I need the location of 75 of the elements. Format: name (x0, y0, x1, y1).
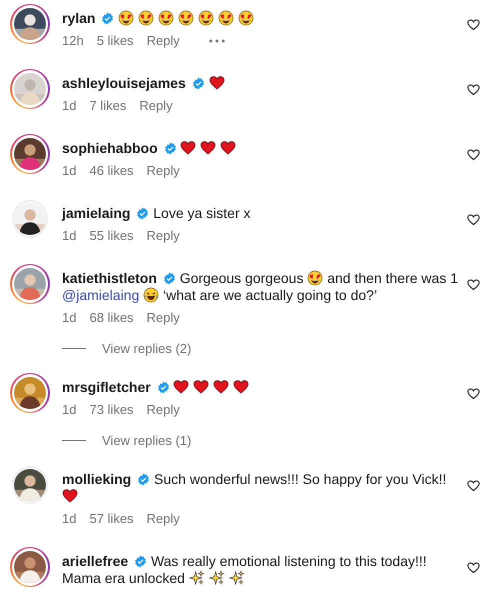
comment-time: 1d (62, 511, 76, 526)
sparkles-icon (188, 570, 205, 586)
like-heart-icon[interactable] (466, 277, 481, 292)
like-heart-icon[interactable] (466, 212, 481, 227)
comment-text: Love ya sister x (153, 205, 251, 221)
likes-count[interactable]: 73 likes (89, 402, 134, 417)
like-heart-icon[interactable] (466, 17, 481, 32)
heart-icon (213, 379, 230, 395)
heart-eyes-emoji-icon (138, 10, 154, 26)
heart-icon (200, 140, 216, 156)
likes-count[interactable]: 7 likes (89, 98, 126, 113)
heart-icon (208, 75, 225, 91)
sparkles-icon (228, 570, 245, 586)
username[interactable]: mollieking (62, 471, 132, 487)
comment-time: 1d (62, 98, 76, 113)
username[interactable]: jamielaing (62, 205, 130, 221)
heart-icon (220, 140, 236, 156)
reply-link[interactable]: Reply (146, 511, 180, 526)
likes-count[interactable]: 68 likes (89, 310, 134, 325)
heart-icon (180, 140, 196, 156)
story-ring[interactable] (10, 264, 50, 304)
comment-text: Was really emotional listening to this today!!! (150, 553, 427, 569)
comment-time: 1d (62, 402, 76, 417)
likes-count[interactable]: 46 likes (89, 163, 134, 178)
sparkles-icon (208, 570, 225, 586)
comment-text: Mama era unlocked (62, 570, 185, 586)
likes-count[interactable]: 5 likes (96, 33, 134, 48)
reply-link[interactable]: Reply (146, 163, 180, 178)
view-replies-link[interactable]: View replies (1) (102, 433, 192, 448)
heart-eyes-emoji-icon (118, 10, 134, 26)
view-replies-link[interactable]: View replies (2) (102, 341, 192, 356)
like-heart-icon[interactable] (466, 147, 481, 162)
reply-link[interactable]: Reply (146, 33, 180, 48)
heart-icon (173, 379, 190, 395)
username[interactable]: mrsgifletcher (62, 379, 151, 395)
reply-link[interactable]: Reply (146, 310, 180, 325)
comment-time: 1d (62, 163, 76, 178)
reply-link[interactable]: Reply (146, 402, 180, 417)
heart-icon (193, 379, 210, 395)
story-ring[interactable] (10, 134, 50, 174)
heart-eyes-emoji-icon (307, 270, 324, 286)
likes-count[interactable]: 55 likes (89, 228, 134, 243)
comment-time: 1d (62, 228, 76, 243)
heart-eyes-emoji-icon (198, 10, 214, 26)
reply-link[interactable]: Reply (146, 228, 180, 243)
comment-text: Such wonderful news!!! So happy for you Vick!! (154, 471, 446, 487)
like-heart-icon[interactable] (466, 82, 481, 97)
story-ring[interactable] (10, 373, 50, 413)
story-ring[interactable] (10, 69, 50, 109)
like-heart-icon[interactable] (466, 560, 481, 575)
story-ring[interactable] (10, 4, 50, 44)
heart-eyes-emoji-icon (218, 10, 234, 26)
comment-text: and then there was 1 (327, 270, 458, 286)
username[interactable]: rylan (62, 10, 96, 26)
comment-time: 1d (62, 310, 76, 325)
username[interactable]: ariellefree (62, 553, 128, 569)
mention-link[interactable]: @jamielaing (62, 287, 140, 303)
username[interactable]: katiethistleton (62, 270, 157, 286)
comment-time: 12h (62, 33, 84, 48)
comment-text: Gorgeous gorgeous (180, 270, 304, 286)
comment-text: ‘what are we actually going to do?’ (163, 287, 378, 303)
heart-icon (233, 379, 250, 395)
heart-eyes-emoji-icon (238, 10, 254, 26)
laughing-emoji-icon (143, 287, 160, 303)
heart-eyes-emoji-icon (158, 10, 174, 26)
story-ring[interactable] (10, 547, 50, 587)
username[interactable]: ashleylouisejames (62, 75, 186, 91)
reply-link[interactable]: Reply (139, 98, 173, 113)
username[interactable]: sophiehabboo (62, 140, 158, 156)
like-heart-icon[interactable] (466, 478, 481, 493)
likes-count[interactable]: 57 likes (89, 511, 134, 526)
like-heart-icon[interactable] (466, 386, 481, 401)
heart-eyes-emoji-icon (178, 10, 194, 26)
heart-icon (62, 488, 78, 504)
more-options-icon[interactable] (208, 38, 225, 42)
